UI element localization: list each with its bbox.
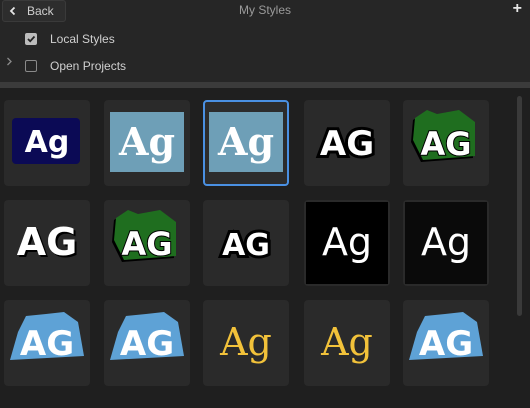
- svg-text:AG: AG: [120, 324, 174, 364]
- svg-text:Ag: Ag: [118, 119, 175, 164]
- style-preview: Ag: [306, 202, 388, 284]
- style-preview: AG: [411, 110, 475, 164]
- checkbox-local-styles[interactable]: [25, 33, 37, 45]
- style-preview: AG: [219, 225, 273, 266]
- svg-text:AG: AG: [420, 125, 471, 163]
- style-tile[interactable]: Ag: [104, 100, 190, 186]
- style-preview: Ag: [12, 118, 80, 164]
- style-tile[interactable]: AG: [4, 300, 90, 386]
- top-bar: Back My Styles +: [0, 0, 530, 24]
- style-preview: AG: [112, 210, 176, 264]
- svg-text:Ag: Ag: [421, 220, 471, 264]
- chevron-right-icon[interactable]: [6, 57, 13, 69]
- svg-text:AG: AG: [320, 124, 374, 164]
- style-preview: AG: [409, 312, 483, 364]
- style-preview: Ag: [209, 112, 283, 172]
- scrollbar[interactable]: [517, 96, 522, 316]
- filter-label: Local Styles: [50, 32, 115, 46]
- style-tile[interactable]: AG: [104, 300, 190, 386]
- style-tile[interactable]: Ag: [304, 200, 390, 286]
- style-preview: Ag: [320, 320, 373, 364]
- style-tile[interactable]: Ag: [403, 200, 489, 286]
- style-tile[interactable]: AG: [403, 300, 489, 386]
- style-preview: Ag: [405, 202, 487, 284]
- style-tile[interactable]: Ag: [304, 300, 390, 386]
- svg-text:AG: AG: [20, 324, 74, 364]
- svg-text:AG: AG: [121, 225, 172, 263]
- style-tile[interactable]: Ag: [203, 100, 289, 186]
- svg-text:AG: AG: [419, 324, 473, 364]
- svg-text:AG: AG: [222, 228, 270, 263]
- svg-text:Ag: Ag: [322, 220, 372, 264]
- style-tile[interactable]: Ag: [4, 100, 90, 186]
- style-tile[interactable]: AG: [403, 100, 489, 186]
- style-tile[interactable]: AG: [203, 200, 289, 286]
- svg-text:Ag: Ag: [219, 320, 272, 364]
- style-preview: Ag: [219, 320, 272, 364]
- style-preview: AGAG: [17, 220, 80, 266]
- style-preview: AG: [10, 312, 84, 364]
- style-tile[interactable]: AG: [104, 200, 190, 286]
- style-preview: AG: [317, 121, 377, 167]
- svg-text:AG: AG: [17, 220, 78, 264]
- filter-local-styles[interactable]: Local Styles: [25, 26, 115, 52]
- style-tile[interactable]: AG AG: [4, 200, 90, 286]
- filter-open-projects[interactable]: Open Projects: [25, 53, 126, 79]
- style-tile[interactable]: AG: [304, 100, 390, 186]
- page-title: My Styles: [238, 3, 291, 17]
- filters-panel: Local Styles Open Projects: [0, 24, 530, 82]
- style-tile[interactable]: Ag: [203, 300, 289, 386]
- svg-text:Ag: Ag: [217, 119, 274, 164]
- svg-text:Ag: Ag: [25, 125, 70, 160]
- style-preview: AG: [110, 312, 184, 364]
- svg-text:Ag: Ag: [320, 320, 373, 364]
- filter-label: Open Projects: [50, 59, 127, 73]
- style-preview: Ag: [110, 112, 184, 172]
- add-icon[interactable]: +: [513, 0, 522, 18]
- checkbox-open-projects[interactable]: [25, 60, 37, 72]
- styles-grid: Ag Ag Ag AG AG AG AG AG AG Ag Ag AG AG Ag Ag AG: [0, 88, 530, 408]
